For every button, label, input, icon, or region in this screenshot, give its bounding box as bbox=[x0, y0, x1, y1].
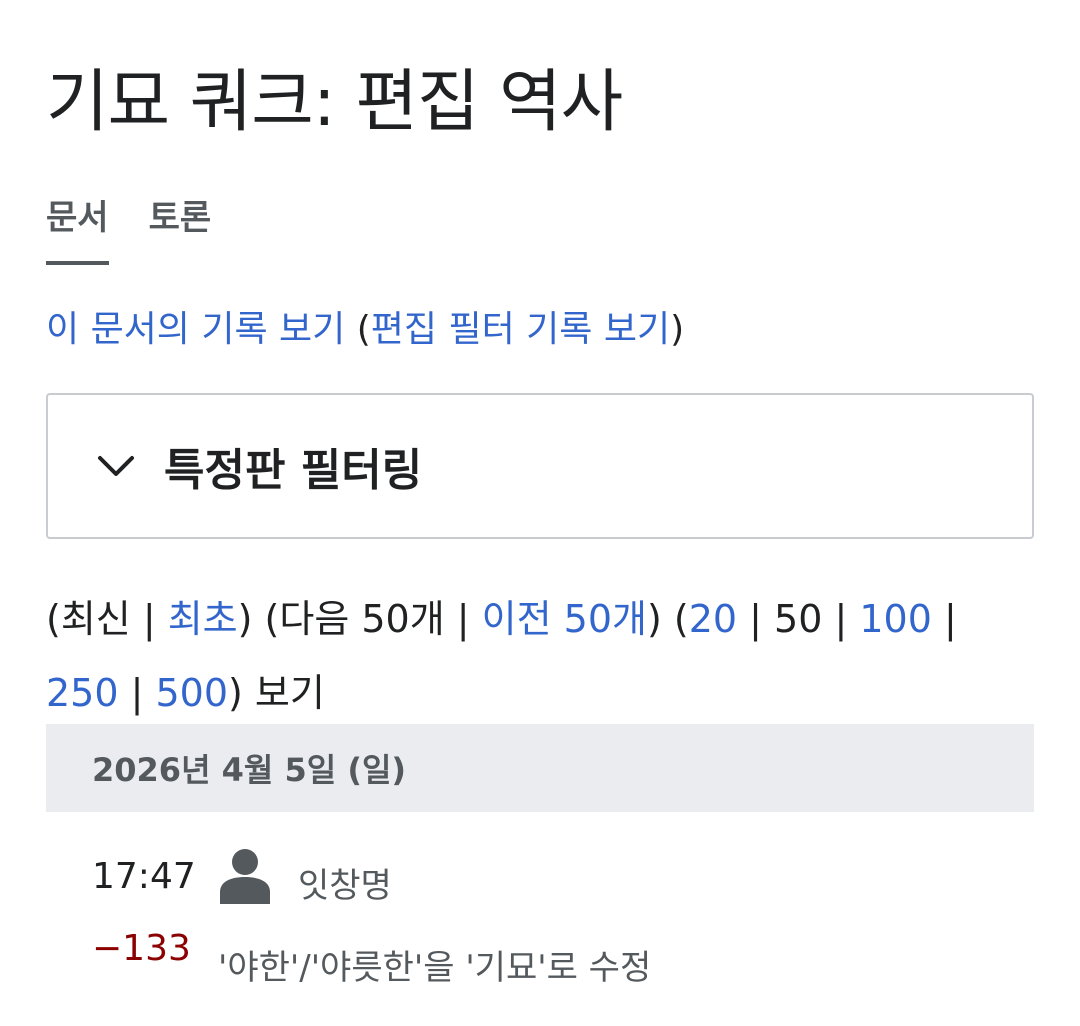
nav-text: (최신 | bbox=[46, 597, 168, 641]
size-diff: −133 bbox=[92, 928, 191, 969]
limit-100-link[interactable]: 100 bbox=[859, 597, 932, 641]
nav-text: ) ( bbox=[646, 597, 689, 641]
nav-text: | bbox=[118, 671, 156, 715]
prev-50-link[interactable]: 이전 50개 bbox=[482, 597, 647, 641]
pagination-nav: (최신 | 최초) (다음 50개 | 이전 50개) (20 | 50 | 1… bbox=[46, 582, 1036, 730]
limit-250-link[interactable]: 250 bbox=[46, 671, 119, 715]
oldest-link[interactable]: 최초 bbox=[168, 597, 238, 641]
tab-talk[interactable]: 토론 bbox=[149, 190, 212, 265]
page-tabs: 문서 토론 bbox=[46, 190, 211, 265]
limit-500-link[interactable]: 500 bbox=[156, 671, 229, 715]
revision-filter-toggle[interactable]: 특정판 필터링 bbox=[46, 393, 1034, 539]
edit-summary: '야한'/'야릇한'을 '기묘'로 수정 bbox=[218, 948, 652, 988]
user-icon bbox=[218, 848, 272, 904]
nav-text: ) 보기 bbox=[228, 671, 325, 715]
revision-time-link[interactable]: 17:47 bbox=[92, 856, 196, 897]
paren-close: ) bbox=[670, 309, 685, 350]
view-log-link[interactable]: 이 문서의 기록 보기 bbox=[46, 309, 345, 350]
filter-label: 특정판 필터링 bbox=[164, 445, 423, 496]
user-link[interactable]: 잇창명 bbox=[298, 858, 392, 907]
nav-text: | 50 | bbox=[737, 597, 860, 641]
nav-text: ) (다음 50개 | bbox=[237, 597, 482, 641]
limit-20-link[interactable]: 20 bbox=[689, 597, 737, 641]
tab-article[interactable]: 문서 bbox=[46, 190, 109, 265]
nav-text: | bbox=[931, 597, 957, 641]
chevron-down-icon bbox=[96, 446, 136, 486]
page: 기묘 쿼크: 편집 역사 문서 토론 이 문서의 기록 보기 (편집 필터 기록… bbox=[0, 0, 1080, 1026]
page-title: 기묘 쿼크: 편집 역사 bbox=[46, 63, 623, 142]
date-header: 2026년 4월 5일 (일) bbox=[46, 724, 1034, 812]
history-links: 이 문서의 기록 보기 (편집 필터 기록 보기) bbox=[46, 300, 684, 352]
paren-open: ( bbox=[345, 309, 371, 350]
filter-log-link[interactable]: 편집 필터 기록 보기 bbox=[371, 309, 670, 350]
date-label: 2026년 4월 5일 (일) bbox=[92, 751, 407, 789]
